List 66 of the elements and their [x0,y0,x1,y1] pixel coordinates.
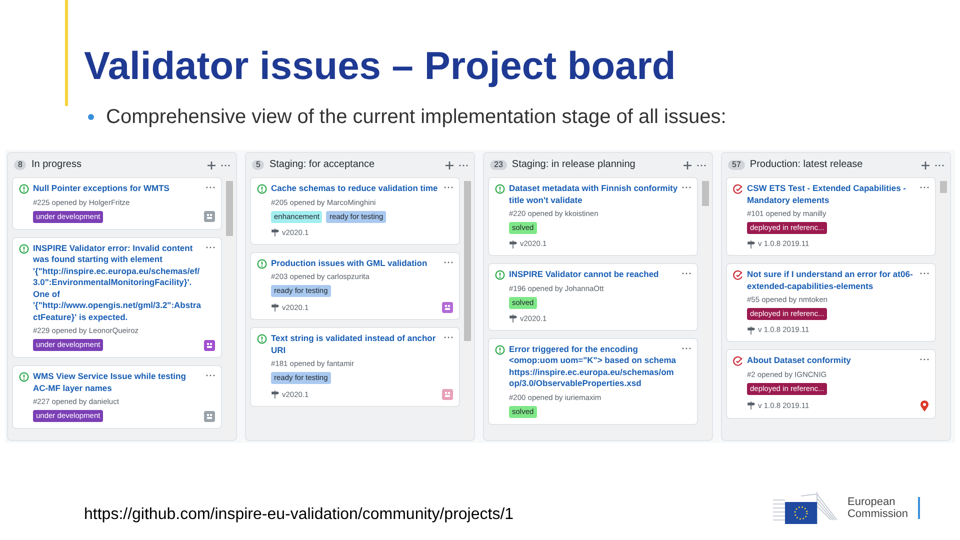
more-icon[interactable] [206,186,215,189]
column-title: Staging: for acceptance [269,159,375,171]
more-icon[interactable] [682,186,691,189]
more-icon[interactable] [206,374,215,377]
issue-title[interactable]: WMS View Service Issue while testing AC-MF layer names [33,371,202,394]
open-issue-icon [495,270,505,280]
more-icon[interactable] [444,336,453,339]
open-issue-icon [495,184,505,194]
issue-title[interactable]: CSW ETS Test - Extended Capabilities - Mandatory elements [747,183,916,206]
signpost-icon [747,401,755,410]
issue-title[interactable]: Cache schemas to reduce validation time [271,183,440,194]
more-icon[interactable] [221,164,230,166]
add-icon[interactable] [207,160,216,170]
add-icon[interactable] [445,160,454,170]
signpost-icon [509,314,517,323]
open-issue-icon [257,334,267,344]
signpost-icon [271,390,279,399]
more-icon[interactable] [935,164,944,166]
issue-title[interactable]: About Dataset conformity [747,355,916,366]
bullet-icon [88,114,94,120]
more-icon[interactable] [206,246,215,248]
more-icon[interactable] [920,358,929,361]
issue-title[interactable]: Not sure if I understand an error for at06-extended-capabilities-elements [747,269,916,292]
open-issue-icon [257,258,267,268]
more-icon[interactable] [920,186,929,189]
issue-title[interactable]: INSPIRE Validator error: Invalid content was found starting with element '{"http://inspire.ec.europa.eu/schemas/ef/3.0":EnvironmentalMonitoringFacility}'. One of '{"http://www.opengis.net/gml/3.2":AbstractFeature}' is expected. [33,242,202,323]
open-issue-icon [19,244,29,254]
project-link[interactable]: https://github.com/inspire-eu-validation/community/projects/1 [84,506,514,524]
closed-issue-icon [733,270,743,280]
issue-title[interactable]: Text string is validated instead of anchor URI [271,333,440,356]
column-title: Production: latest release [750,159,863,171]
issue-title[interactable]: Null Pointer exceptions for WMTS [33,183,202,194]
more-icon[interactable] [682,272,691,275]
more-icon[interactable] [459,164,468,166]
column-title: In progress [31,159,82,171]
signpost-icon [747,240,755,248]
closed-issue-icon [733,184,743,194]
closed-issue-icon [733,356,743,366]
count-badge: 8 [14,160,26,170]
signpost-icon [747,326,755,334]
signpost-icon [509,240,517,248]
signpost-icon [271,303,279,312]
count-badge: 5 [252,160,264,170]
issue-title[interactable]: Dataset metadata with Finnish conformity title won't validate [509,183,678,206]
logo-text: European [847,496,896,508]
count-badge: 57 [728,160,745,170]
open-issue-icon [19,184,29,194]
count-badge: 23 [490,160,507,170]
more-icon[interactable] [444,260,453,264]
more-icon[interactable] [444,186,453,189]
issue-title[interactable]: Error triggered for the encoding <omop:uom uom="K"> based on schema https://inspire.ec.europa.eu/schemas/omop/3.0/ObservableProperties.xsd [509,344,678,390]
more-icon[interactable] [697,164,706,166]
open-issue-icon [257,184,267,194]
open-issue-icon [19,372,29,382]
issue-title[interactable]: Production issues with GML validation [271,258,440,269]
column-title: Staging: in release planning [512,159,636,171]
slide-title: Validator issues – Project board [84,44,676,90]
more-icon[interactable] [682,346,691,350]
add-icon[interactable] [921,160,930,170]
more-icon[interactable] [920,272,929,275]
issue-title[interactable]: INSPIRE Validator cannot be reached [509,269,678,280]
add-icon[interactable] [683,160,692,170]
logo-text: Commission [847,508,908,520]
signpost-icon [271,228,279,237]
open-issue-icon [495,344,505,354]
bullet-text: Comprehensive view of the current implementation stage of all issues: [106,106,726,128]
